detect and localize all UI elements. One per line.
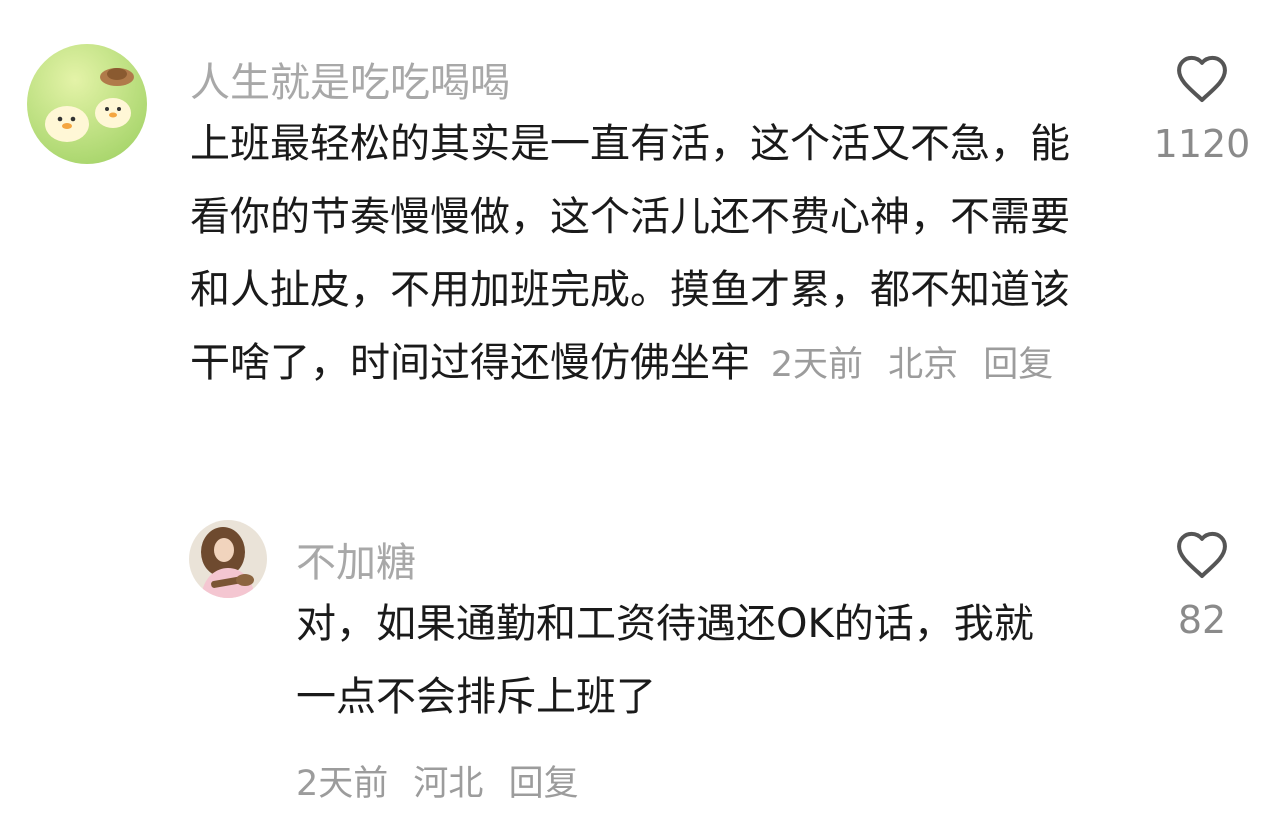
- comment-username[interactable]: 人生就是吃吃喝喝: [190, 50, 510, 108]
- comment-meta: 2天前 河北 回复: [296, 755, 579, 806]
- avatar[interactable]: [189, 520, 267, 598]
- like-count: 82: [1177, 598, 1227, 642]
- comment-item: 人生就是吃吃喝喝 上班最轻松的其实是一直有活，这个活又不急，能看你的节奏慢慢做，…: [0, 0, 1283, 500]
- duckling-cartoon-avatar-image: [27, 44, 147, 164]
- comment-time: 2天前: [770, 345, 863, 385]
- reply-button[interactable]: 回复: [509, 764, 579, 804]
- reply-button[interactable]: 回复: [983, 345, 1053, 385]
- comment-time: 2天前: [296, 764, 389, 804]
- reply-comment-item: 不加糖 对，如果通勤和工资待遇还OK的话，我就一点不会排斥上班了 2天前 河北 …: [0, 500, 1283, 817]
- comment-location: 河北: [413, 764, 484, 804]
- person-guitar-avatar-image: [189, 520, 267, 598]
- comment-text: 对，如果通勤和工资待遇还OK的话，我就一点不会排斥上班了: [296, 601, 1034, 720]
- avatar[interactable]: [27, 44, 147, 164]
- like-button[interactable]: 82: [1147, 528, 1257, 642]
- like-button[interactable]: 1120: [1147, 52, 1257, 166]
- comment-text-block: 对，如果通勤和工资待遇还OK的话，我就一点不会排斥上班了: [296, 588, 1056, 734]
- like-count: 1120: [1153, 122, 1251, 166]
- comment-text-block: 上班最轻松的其实是一直有活，这个活又不急，能看你的节奏慢慢做，这个活儿还不费心神…: [190, 108, 1090, 402]
- heart-outline-icon[interactable]: [1173, 52, 1231, 104]
- comment-username[interactable]: 不加糖: [296, 530, 416, 588]
- comment-meta: 2天前 北京 回复: [771, 345, 1054, 385]
- comment-location: 北京: [888, 345, 959, 385]
- heart-outline-icon[interactable]: [1173, 528, 1231, 580]
